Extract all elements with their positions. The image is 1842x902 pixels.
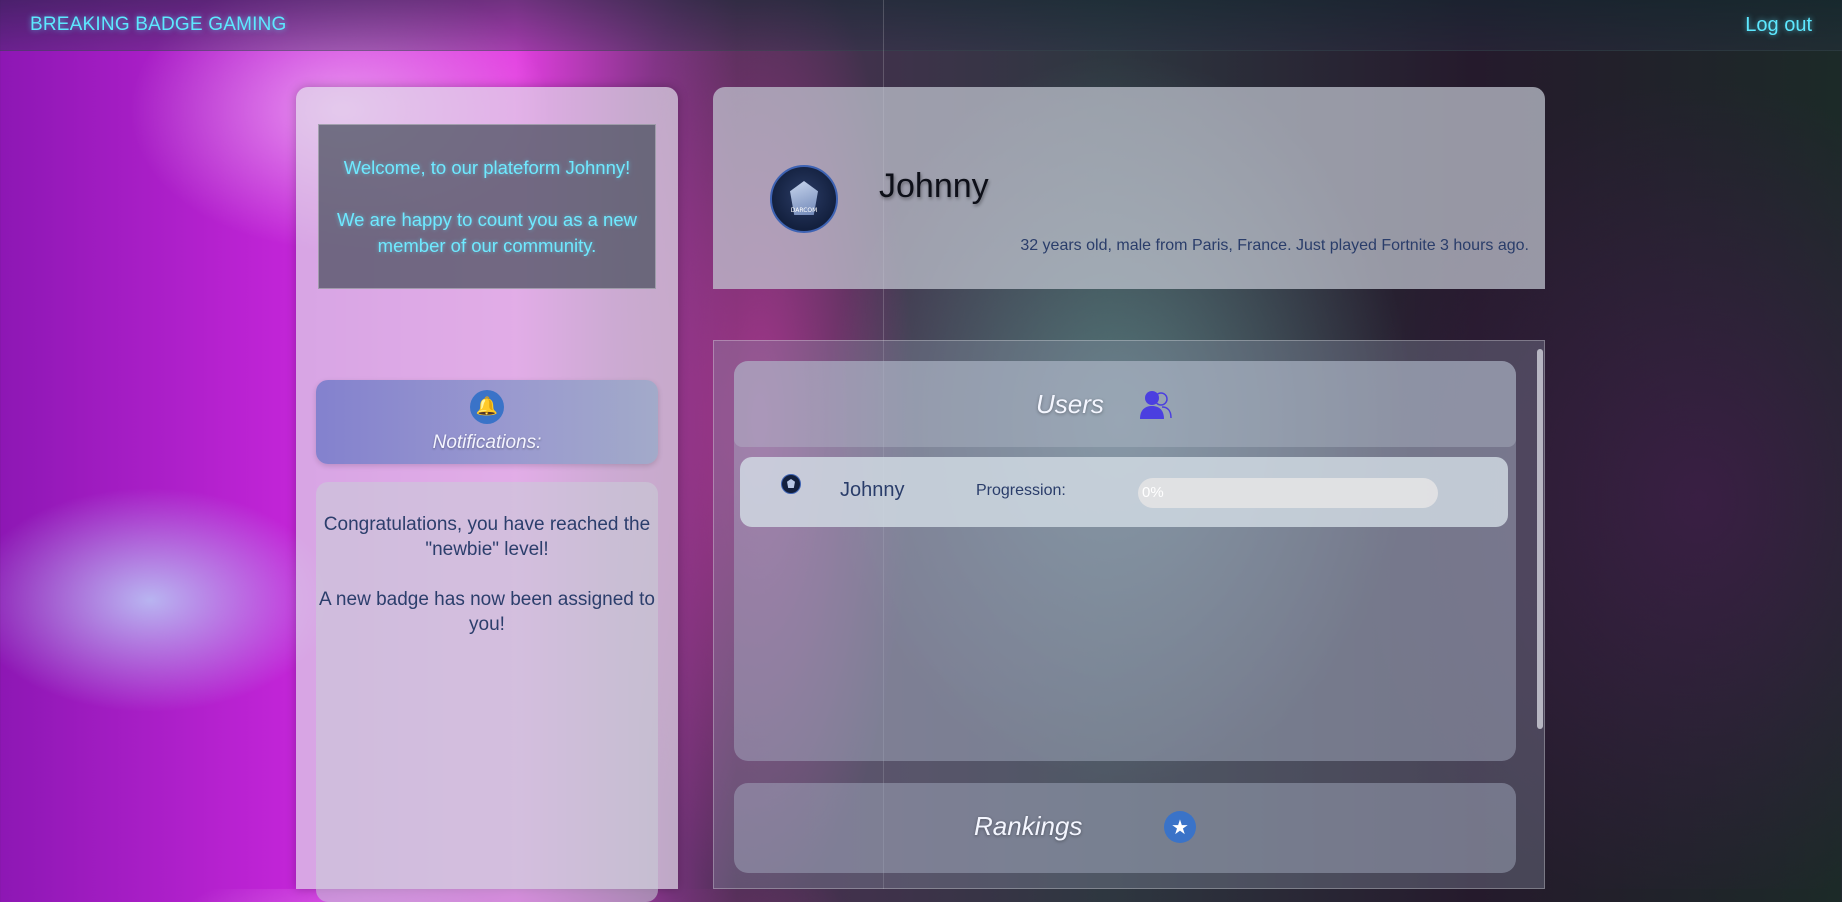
brand-logo-text[interactable]: BREAKING BADGE GAMING xyxy=(30,14,287,36)
profile-description: 32 years old, male from Paris, France. J… xyxy=(1020,237,1529,254)
profile-card: DARCOM Johnny 32 years old, male from Pa… xyxy=(713,87,1545,289)
main-scroll-panel[interactable]: Users Johnny Progression: 0% Rankings ★ xyxy=(713,340,1545,889)
users-header: Users xyxy=(734,361,1516,447)
users-section: Users Johnny Progression: 0% xyxy=(734,361,1516,761)
notifications-header[interactable]: 🔔 Notifications: xyxy=(316,380,658,464)
scrollbar[interactable] xyxy=(1537,349,1543,729)
user-row[interactable]: Johnny Progression: 0% xyxy=(740,457,1508,527)
progression-label: Progression: xyxy=(976,482,1066,499)
profile-name: Johnny xyxy=(879,167,989,205)
user-name: Johnny xyxy=(840,479,905,501)
rankings-title: Rankings xyxy=(974,811,1083,841)
progress-text: 0% xyxy=(1142,484,1164,501)
star-icon: ★ xyxy=(1164,811,1196,843)
top-navbar: BREAKING BADGE GAMING Log out xyxy=(0,0,1842,51)
welcome-submessage: We are happy to count you as a new membe… xyxy=(337,209,637,256)
bell-icon: 🔔 xyxy=(470,390,504,424)
logout-link[interactable]: Log out xyxy=(1745,14,1812,37)
notifications-title: Notifications: xyxy=(432,432,542,453)
avatar xyxy=(781,474,801,494)
users-icon xyxy=(1140,391,1172,419)
notifications-list: Congratulations, you have reached the "n… xyxy=(316,482,658,902)
avatar-label: DARCOM xyxy=(790,207,818,214)
notification-item: A new badge has now been assigned to you… xyxy=(319,589,655,635)
avatar[interactable]: DARCOM xyxy=(770,165,838,233)
welcome-message: Welcome, to our plateform Johnny! xyxy=(343,157,631,178)
progress-bar: 0% xyxy=(1138,478,1438,508)
rankings-section: Rankings ★ xyxy=(734,783,1516,873)
notification-item: Congratulations, you have reached the "n… xyxy=(323,514,651,560)
users-title: Users xyxy=(1036,389,1104,419)
welcome-panel: Welcome, to our plateform Johnny! We are… xyxy=(318,124,656,289)
left-sidebar: Welcome, to our plateform Johnny! We are… xyxy=(296,87,678,902)
